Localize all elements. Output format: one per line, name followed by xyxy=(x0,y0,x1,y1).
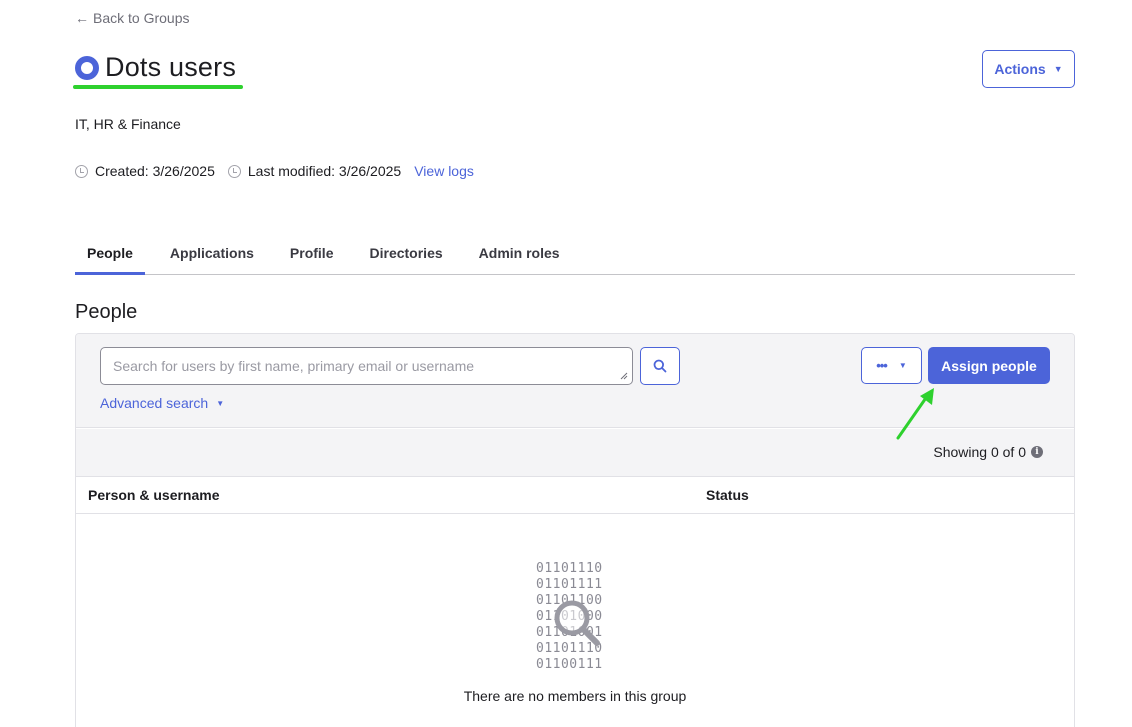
search-input[interactable] xyxy=(100,347,633,385)
back-arrow-icon: ← xyxy=(75,10,89,26)
more-dots-icon: ••• xyxy=(876,358,888,373)
chevron-down-icon: ▼ xyxy=(216,398,225,408)
search-icon xyxy=(653,359,667,373)
people-panel: Advanced search ▼ ••• ▼ Assign people Sh… xyxy=(75,333,1075,727)
showing-text: Showing 0 of 0 xyxy=(933,444,1026,460)
group-tabs: People Applications Profile Directories … xyxy=(75,236,1075,275)
actions-label: Actions xyxy=(994,61,1046,77)
tab-directories[interactable]: Directories xyxy=(358,236,455,275)
group-title-row: Dots users xyxy=(75,52,236,83)
advanced-search-label: Advanced search xyxy=(100,395,209,411)
results-count-bar: Showing 0 of 0 i xyxy=(76,429,1074,477)
tab-people[interactable]: People xyxy=(75,236,145,275)
results-count: Showing 0 of 0 i xyxy=(933,444,1043,460)
empty-message: There are no members in this group xyxy=(463,688,687,704)
page-title: Dots users xyxy=(105,52,237,82)
info-icon[interactable]: i xyxy=(1031,446,1043,458)
group-description: IT, HR & Finance xyxy=(75,116,181,132)
column-person-username: Person & username xyxy=(88,487,220,503)
created-meta: Created: 3/26/2025 xyxy=(75,163,215,179)
binary-line: 01101110 xyxy=(536,561,603,576)
clock-icon xyxy=(227,164,241,178)
chevron-down-icon: ▼ xyxy=(1053,64,1063,74)
created-date: Created: 3/26/2025 xyxy=(95,163,215,179)
people-section-title: People xyxy=(75,301,138,323)
tab-profile[interactable]: Profile xyxy=(278,236,346,275)
empty-state: 01101110 01101111 01101100 01101000 0110… xyxy=(76,515,1074,727)
title-highlight-annotation xyxy=(73,85,243,89)
search-button[interactable] xyxy=(640,347,680,385)
assign-people-button[interactable]: Assign people xyxy=(928,347,1050,384)
people-table-header: Person & username Status xyxy=(76,477,1074,514)
column-status: Status xyxy=(706,487,749,503)
more-options-button[interactable]: ••• ▼ xyxy=(861,347,922,384)
clock-icon xyxy=(75,164,88,178)
modified-date: Last modified: 3/26/2025 xyxy=(247,163,402,179)
binary-line: 01101111 xyxy=(536,577,603,592)
magnifier-icon xyxy=(554,600,600,646)
people-toolbar: Advanced search ▼ ••• ▼ Assign people xyxy=(76,334,1074,428)
advanced-search-toggle[interactable]: Advanced search ▼ xyxy=(100,395,224,411)
tab-applications[interactable]: Applications xyxy=(158,236,266,275)
modified-meta: Last modified: 3/26/2025 xyxy=(227,163,402,179)
back-to-groups-label: Back to Groups xyxy=(93,10,190,26)
binary-line: 01100111 xyxy=(536,657,603,672)
chevron-down-icon: ▼ xyxy=(898,361,907,370)
tab-admin-roles[interactable]: Admin roles xyxy=(467,236,572,275)
group-ring-icon xyxy=(75,55,99,80)
back-to-groups-link[interactable]: ← Back to Groups xyxy=(75,10,190,26)
view-logs-link[interactable]: View logs xyxy=(414,163,474,179)
group-meta: Created: 3/26/2025 Last modified: 3/26/2… xyxy=(75,163,474,179)
actions-button[interactable]: Actions ▼ xyxy=(982,50,1075,88)
